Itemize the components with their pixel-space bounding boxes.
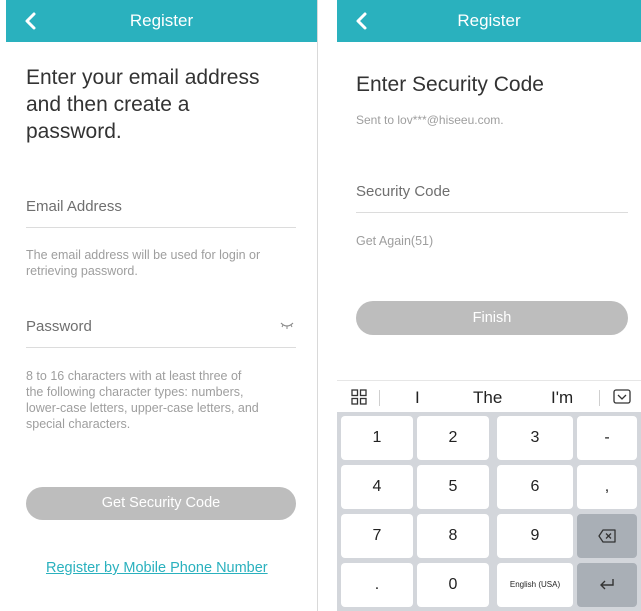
get-security-code-button[interactable]: Get Security Code: [26, 487, 296, 520]
password-field[interactable]: Password: [26, 308, 296, 348]
security-code-label: Security Code: [356, 183, 451, 200]
key-5[interactable]: 5: [417, 465, 489, 509]
keyboard-suggestion-bar: I The I'm: [337, 380, 641, 412]
page-heading: Enter Security Code: [356, 73, 544, 96]
keyboard-hide-icon[interactable]: [613, 389, 631, 405]
heading-line: password.: [26, 120, 122, 143]
backspace-key[interactable]: [577, 514, 637, 558]
email-label: Email Address: [26, 198, 122, 215]
app-header: Register: [337, 0, 641, 42]
get-again-link[interactable]: Get Again(51): [356, 233, 433, 249]
key-1[interactable]: 1: [341, 416, 413, 460]
key-6[interactable]: 6: [497, 465, 573, 509]
security-code-screen: Register Enter Security Code Sent to lov…: [337, 0, 641, 611]
hint-line: special characters.: [26, 417, 131, 431]
sent-to-text: Sent to lov***@hiseeu.com.: [356, 113, 504, 127]
header-title: Register: [129, 11, 194, 30]
space-key[interactable]: English (USA): [497, 563, 573, 607]
hint-line: retrieving password.: [26, 264, 138, 278]
key-minus[interactable]: -: [577, 416, 637, 460]
eye-closed-icon[interactable]: [280, 322, 294, 330]
key-period[interactable]: .: [341, 563, 413, 607]
security-code-field[interactable]: Security Code: [356, 173, 628, 213]
register-by-phone-link[interactable]: Register by Mobile Phone Number: [46, 560, 268, 576]
backspace-icon: [598, 529, 616, 543]
suggestion-word[interactable]: The: [473, 388, 502, 408]
key-8[interactable]: 8: [417, 514, 489, 558]
register-email-screen: Register Enter your email address and th…: [6, 0, 318, 611]
suggestion-separator: [379, 390, 380, 406]
hint-line: The email address will be used for login…: [26, 248, 261, 262]
key-comma[interactable]: ,: [577, 465, 637, 509]
heading-line: and then create a: [26, 93, 190, 116]
enter-icon: [600, 579, 614, 590]
key-2[interactable]: 2: [417, 416, 489, 460]
password-hint: 8 to 16 characters with at least three o…: [26, 368, 311, 432]
hint-line: 8 to 16 characters with at least three o…: [26, 369, 242, 383]
key-0[interactable]: 0: [417, 563, 489, 607]
email-field[interactable]: Email Address: [26, 188, 296, 228]
page-heading: Enter your email address and then create…: [26, 64, 259, 145]
heading-line: Enter your email address: [26, 66, 260, 89]
password-label: Password: [26, 318, 92, 335]
enter-key[interactable]: [577, 563, 637, 607]
suggestion-separator: [599, 390, 600, 406]
key-3[interactable]: 3: [497, 416, 573, 460]
finish-button[interactable]: Finish: [356, 301, 628, 335]
screen-gap: [318, 0, 337, 611]
suggestion-word[interactable]: I: [415, 388, 420, 408]
grid-icon[interactable]: [351, 389, 367, 405]
email-hint: The email address will be used for login…: [26, 247, 306, 279]
app-header: Register: [6, 0, 317, 42]
hint-line: lower-case letters, upper-case letters, …: [26, 401, 259, 415]
header-title: Register: [457, 11, 521, 30]
key-9[interactable]: 9: [497, 514, 573, 558]
suggestion-word[interactable]: I'm: [551, 388, 573, 408]
key-7[interactable]: 7: [341, 514, 413, 558]
key-4[interactable]: 4: [341, 465, 413, 509]
numeric-keyboard: 1 2 3 - 4 5 6 , 7 8 9 . 0 English (USA): [337, 412, 641, 611]
hint-line: the following character types: numbers,: [26, 385, 244, 399]
